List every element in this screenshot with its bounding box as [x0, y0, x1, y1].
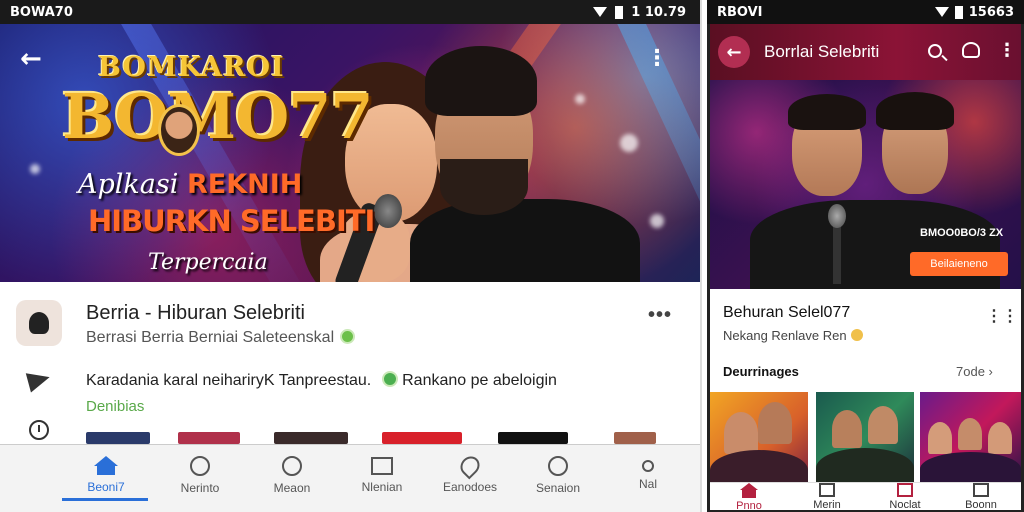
- back-arrow-icon[interactable]: ←: [718, 36, 750, 68]
- status-time: 15663: [968, 4, 1014, 20]
- nav-item-home[interactable]: Pnno: [714, 483, 784, 510]
- thumbnail[interactable]: [86, 432, 150, 444]
- home-icon: [94, 456, 118, 475]
- bottom-nav: Pnno Merin Noclat Boonn: [710, 482, 1021, 510]
- bottom-nav: Beoni7 Nerinto Meaon Nlenian Eanodoes Se…: [0, 444, 700, 512]
- left-phone-screen: BOWA70 1 10.79 BOMKAROI BOMO77 Aplkasi R…: [0, 0, 702, 512]
- more-vertical-icon[interactable]: ⋮: [998, 40, 1016, 61]
- more-horizontal-icon[interactable]: •••: [648, 304, 672, 327]
- person-icon: [642, 459, 654, 472]
- search-icon[interactable]: [928, 44, 942, 58]
- nav-item-eanodoes[interactable]: Eanodoes: [426, 445, 514, 505]
- logo-avatar: [158, 104, 200, 156]
- wifi-icon: [934, 7, 949, 17]
- upload-icon: [973, 483, 989, 497]
- document-icon: [371, 456, 393, 475]
- hero-tagline-2: HIBURKN SELEBITI: [88, 204, 375, 238]
- nav-item-nlenian[interactable]: Nlenian: [338, 445, 426, 505]
- microphone-icon: [828, 204, 846, 228]
- app-subtitle: Nekang Renlave Ren: [723, 328, 863, 343]
- more-horizontal-icon[interactable]: ⋮⋮⋮: [986, 306, 1021, 326]
- status-time: 1 10.79: [631, 4, 686, 20]
- back-arrow-icon[interactable]: ←: [20, 44, 42, 74]
- app-subtitle: Berrasi Berria Berniai Saleteenskal: [86, 329, 356, 347]
- status-left-text: RBOVI: [717, 4, 763, 20]
- app-description: Karadania karal neihariryK Tanpreestau. …: [86, 371, 557, 389]
- thumbnail[interactable]: [274, 432, 348, 444]
- hero-tagline-1: Aplkasi REKNIH: [78, 169, 303, 200]
- clock-icon[interactable]: [29, 420, 49, 440]
- grid-icon: [819, 483, 835, 497]
- content-card[interactable]: [710, 392, 808, 484]
- wifi-icon: [593, 7, 608, 17]
- content-card[interactable]: [816, 392, 914, 484]
- nav-item-home[interactable]: Beoni7: [62, 445, 150, 505]
- battery-icon: [954, 5, 963, 19]
- nav-item-merin[interactable]: Merin: [792, 483, 862, 510]
- verified-icon: [340, 329, 356, 344]
- hero-banner: BOMKAROI BOMO77 Aplkasi REKNIH HIBURKN S…: [0, 24, 700, 282]
- nav-item-noclat[interactable]: Noclat: [870, 483, 940, 510]
- shield-icon: [282, 455, 302, 476]
- details-link[interactable]: Denibias: [86, 398, 144, 415]
- app-bar: ← Borrlai Selebriti ⋮: [710, 24, 1021, 80]
- thumbnail[interactable]: [178, 432, 240, 444]
- battery-icon: [615, 5, 624, 19]
- logo-top-text: BOMKAROI: [98, 52, 285, 83]
- app-info-section: Berria - Hiburan Selebriti Berrasi Berri…: [0, 282, 700, 444]
- more-vertical-icon[interactable]: ⋮: [646, 46, 668, 71]
- hero-banner: BMOO0BO/3 ZX Beilaieneno: [710, 80, 1021, 289]
- hero-tagline-3: Terpercaia: [148, 250, 268, 275]
- app-title: Berria - Hiburan Selebriti: [86, 302, 305, 324]
- send-icon[interactable]: [25, 367, 53, 393]
- nav-item-nerinto[interactable]: Nerinto: [156, 445, 244, 505]
- thumbnail[interactable]: [382, 432, 462, 444]
- cast-icon[interactable]: [962, 42, 980, 58]
- section-title: Deurrinages: [723, 364, 799, 379]
- status-left-text: BOWA70: [10, 4, 73, 20]
- nav-item-senaion[interactable]: Senaion: [514, 445, 602, 505]
- hero-cta-button[interactable]: Beilaieneno: [910, 252, 1008, 276]
- home-icon: [740, 483, 758, 498]
- app-title: Behuran Selel077: [723, 304, 851, 321]
- chat-icon: [548, 455, 568, 476]
- nav-item-nal[interactable]: Nal: [604, 445, 692, 505]
- compass-icon: [190, 455, 210, 476]
- section-see-more-link[interactable]: 7ode ›: [956, 364, 993, 379]
- nav-item-meaon[interactable]: Meaon: [248, 445, 336, 505]
- nav-item-boonn[interactable]: Boonn: [946, 483, 1016, 510]
- thumbnail-strip: [86, 432, 686, 444]
- content-card[interactable]: [920, 392, 1021, 484]
- active-tab-indicator: [62, 498, 148, 501]
- logo-main-text: BOMO77: [62, 80, 373, 153]
- verified-icon: [850, 329, 863, 341]
- thumbnail[interactable]: [498, 432, 568, 444]
- status-bar: BOWA70 1 10.79: [0, 0, 700, 24]
- person-silhouette-icon: [29, 312, 49, 334]
- status-bar: RBOVI 15663: [707, 0, 1024, 24]
- app-frame: ← Borrlai Selebriti ⋮ BMOO0BO/3 ZX Beila…: [710, 24, 1021, 510]
- right-phone-screen: RBOVI 15663 ← Borrlai Selebriti ⋮ BMOO0B…: [707, 0, 1024, 512]
- app-bar-title: Borrlai Selebriti: [764, 42, 880, 61]
- heart-icon: [456, 452, 484, 479]
- square-icon: [897, 483, 913, 497]
- hero-overlay-text: BMOO0BO/3 ZX: [920, 227, 1004, 239]
- app-icon[interactable]: [16, 300, 62, 346]
- thumbnail[interactable]: [614, 432, 656, 444]
- status-dot-icon: [381, 371, 398, 387]
